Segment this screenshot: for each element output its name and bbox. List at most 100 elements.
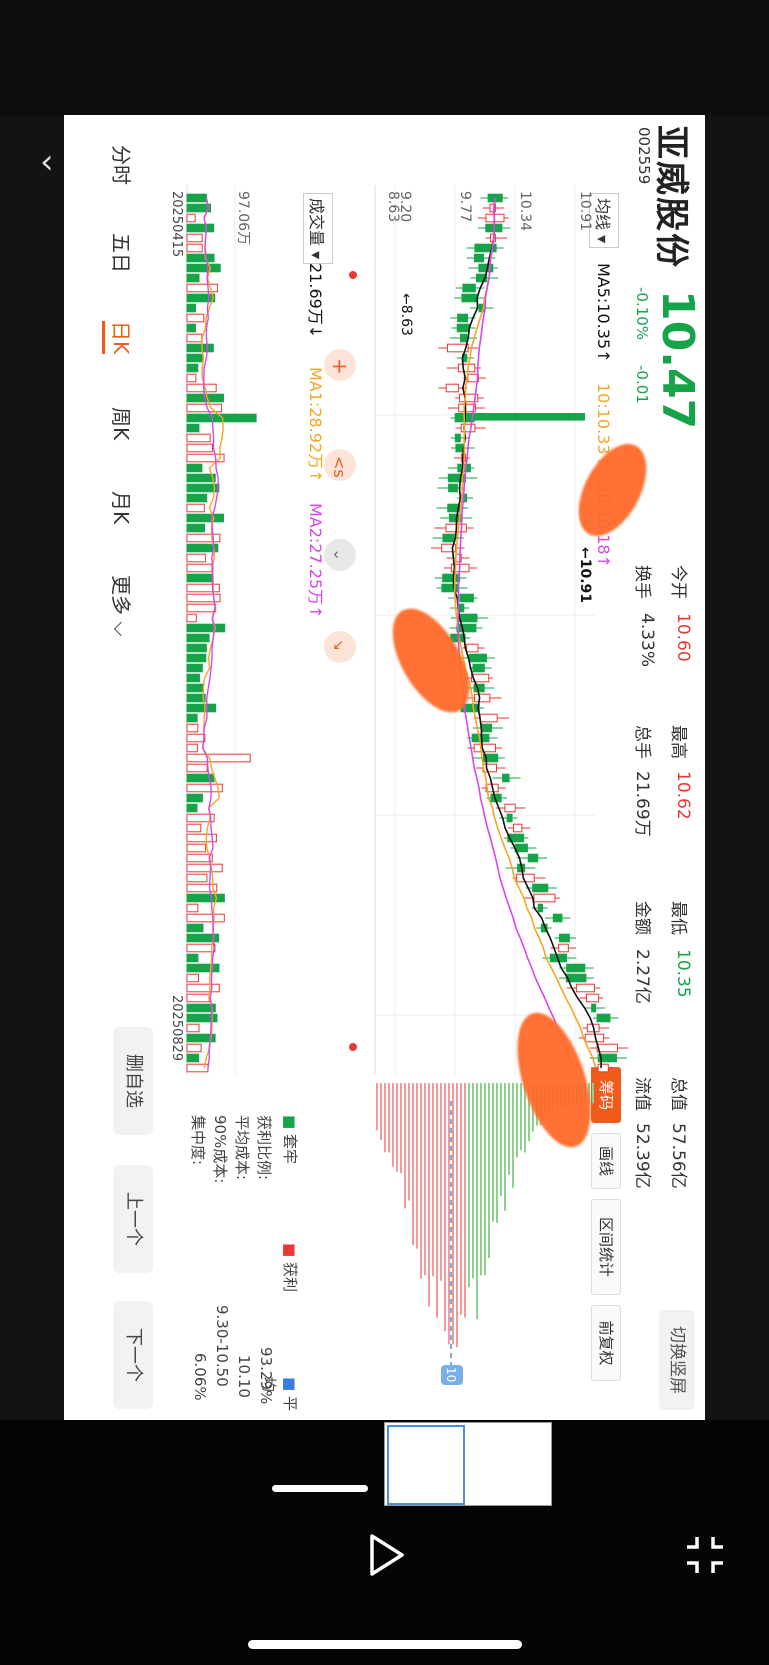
volume-bar — [186, 953, 199, 963]
candle — [513, 823, 523, 833]
volume-bar — [186, 823, 202, 833]
exit-fullscreen-icon[interactable] — [683, 1533, 727, 1577]
volume-bar — [186, 673, 200, 683]
volume-bar — [186, 753, 251, 763]
volume-bar — [186, 193, 207, 203]
cost90-label: 90%成本: — [211, 1115, 229, 1184]
volume-bar — [186, 643, 207, 653]
volume-bar — [186, 283, 218, 293]
play-icon[interactable] — [360, 1530, 410, 1580]
candle — [481, 723, 493, 733]
volume-bar — [186, 363, 199, 373]
volume-bar — [186, 403, 222, 413]
volume-bar — [186, 693, 206, 703]
candle — [459, 593, 474, 603]
volume-bar — [186, 803, 198, 813]
volume-bar — [186, 963, 220, 973]
video-scrubber[interactable] — [272, 1485, 368, 1492]
volume-bar — [186, 663, 203, 673]
volume-bar — [186, 1023, 200, 1033]
candle — [479, 713, 498, 723]
avg-cost-tag-text: 10 — [444, 1367, 458, 1382]
candle — [532, 883, 549, 893]
volume-bar — [186, 843, 207, 853]
candle — [473, 743, 496, 753]
volume-bar — [186, 993, 210, 1003]
volume-bar — [186, 903, 199, 913]
volume-bar — [186, 793, 203, 803]
candle — [457, 313, 468, 323]
volume-bar — [186, 1053, 200, 1063]
volume-bar — [186, 343, 214, 353]
cost90-value: 9.30-10.50 — [213, 1305, 231, 1387]
volume-bar — [186, 303, 197, 313]
stock-app-landscape: 亚威股份 002559 10.47 -0.10% -0.01 今开 10.60 … — [64, 115, 705, 1420]
volume-bar — [186, 513, 224, 523]
volume-bar — [186, 223, 215, 233]
volume-bar — [186, 373, 197, 383]
candle — [591, 1003, 597, 1013]
candle — [459, 613, 478, 623]
volume-bar — [186, 493, 208, 503]
volume-bar — [186, 333, 203, 343]
chevron-down-icon: ⌵ — [109, 621, 133, 637]
trapped-label: 套牢 — [281, 1133, 299, 1164]
tab-weekly-k[interactable]: 周K — [108, 407, 137, 440]
tab-intraday[interactable]: 分时 — [108, 145, 137, 185]
candle — [458, 603, 465, 613]
bottom-bar: 分时 五日 日K 周K 月K 更多 ⌵ 删自选 上一个 下一个 — [64, 115, 167, 1420]
profit-ratio-value: 93.29% — [257, 1347, 275, 1405]
volume-bar — [186, 913, 225, 923]
candle — [448, 483, 458, 493]
volume-bar — [186, 253, 215, 263]
candle — [596, 1013, 611, 1023]
price-tick-2: 10.34 — [517, 191, 533, 231]
candle — [474, 693, 491, 703]
volume-value-label: 21.69万↓ — [306, 263, 325, 339]
volume-bar — [186, 383, 217, 393]
volume-bar — [186, 983, 220, 993]
volume-bar — [186, 603, 217, 613]
video-thumbnail-strip[interactable] — [384, 1422, 552, 1506]
volume-bar — [186, 323, 196, 333]
previous-button[interactable]: 上一个 — [113, 1165, 153, 1273]
vol-ma1: MA1:28.92万↑ — [306, 367, 325, 483]
volume-bar — [186, 463, 203, 473]
volume-bar — [186, 583, 220, 593]
volume-bar — [186, 733, 206, 743]
candle — [456, 323, 470, 333]
volume-bar — [186, 243, 203, 253]
volume-bar — [186, 763, 208, 773]
candle — [597, 1063, 609, 1073]
volume-bar — [186, 503, 205, 513]
volume-bar — [186, 713, 198, 723]
price-tick-3: 9.77 — [457, 191, 473, 222]
volume-bar — [186, 423, 200, 433]
tab-monthly-k[interactable]: 月K — [108, 491, 137, 524]
tab-more[interactable]: 更多 ⌵ — [108, 575, 137, 637]
volume-bar — [186, 523, 205, 533]
candles-layer — [430, 193, 629, 1073]
delete-watchlist-button[interactable]: 删自选 — [113, 1027, 153, 1135]
volume-bars-layer — [186, 193, 257, 1073]
chevron-left-icon: <s — [330, 456, 349, 478]
tab-five-day[interactable]: 五日 — [108, 233, 137, 273]
candle — [460, 423, 476, 433]
candle — [566, 963, 586, 973]
volume-bar — [186, 723, 199, 733]
chevron-down-icon: ⌄ — [330, 548, 349, 561]
profit-ratio-label: 获利比例: — [255, 1115, 273, 1181]
candle — [462, 283, 476, 293]
volume-selector[interactable]: 成交量 ▾ — [303, 193, 333, 265]
next-button[interactable]: 下一个 — [113, 1301, 153, 1409]
candle — [445, 383, 459, 393]
volume-bar — [186, 863, 223, 873]
volume-bar — [186, 213, 196, 223]
candle — [514, 843, 528, 853]
spike-candle — [455, 413, 585, 421]
rotated-screenshot[interactable]: 亚威股份 002559 10.47 -0.10% -0.01 今开 10.60 … — [64, 115, 705, 1420]
home-indicator — [248, 1640, 522, 1649]
candle — [504, 803, 516, 813]
tab-daily-k[interactable]: 日K — [108, 321, 137, 354]
plus-icon: + — [328, 358, 352, 375]
